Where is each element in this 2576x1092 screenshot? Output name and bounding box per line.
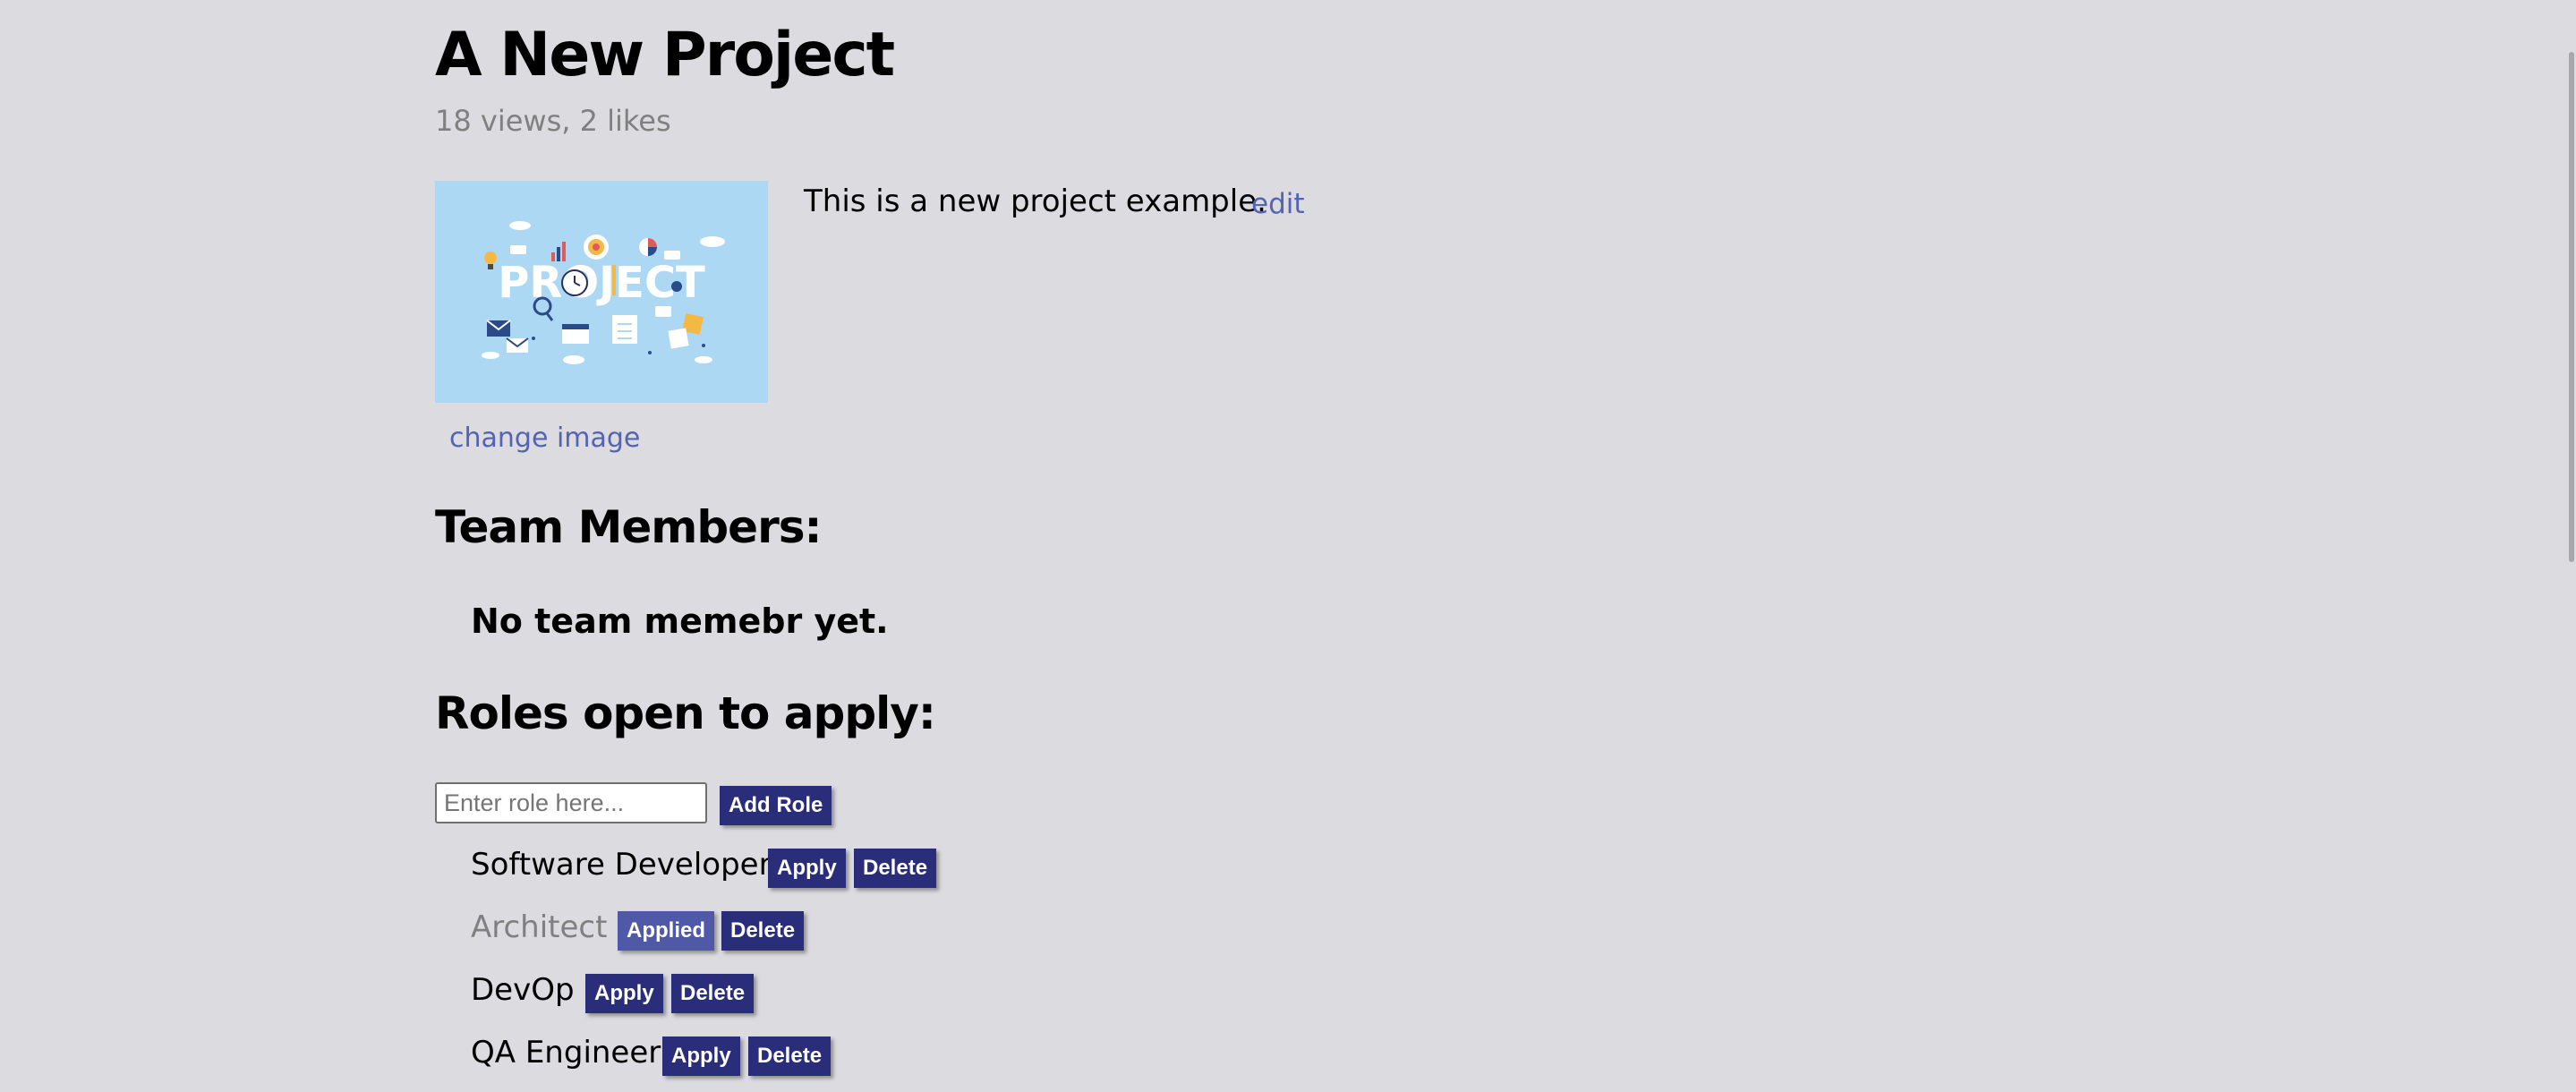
delete-button-architect[interactable]: Delete (721, 911, 805, 951)
page-scrollbar[interactable] (2567, 0, 2576, 1092)
project-description: This is a new project example. (804, 183, 1267, 219)
team-members-heading: Team Members: (435, 501, 823, 553)
add-role-button[interactable]: Add Role (720, 786, 832, 825)
apply-button-software-developer[interactable]: Apply (768, 849, 846, 888)
no-team-members-message: No team memebr yet. (471, 601, 889, 641)
delete-button-qa-engineer[interactable]: Delete (748, 1037, 832, 1076)
applied-button-architect[interactable]: Applied (618, 911, 714, 951)
change-image-link[interactable]: change image (449, 422, 640, 454)
roles-heading: Roles open to apply: (435, 687, 936, 739)
role-name-architect: Architect (471, 909, 608, 945)
role-input[interactable] (435, 782, 707, 823)
apply-button-qa-engineer[interactable]: Apply (662, 1037, 740, 1076)
page-title: A New Project (435, 20, 895, 90)
apply-button-devop[interactable]: Apply (585, 974, 663, 1013)
edit-description-link[interactable]: edit (1251, 188, 1305, 220)
project-image: PROJECT (435, 181, 768, 403)
delete-button-software-developer[interactable]: Delete (854, 849, 937, 888)
scrollbar-thumb[interactable] (2569, 52, 2574, 562)
role-name-software-developer: Software Developer (471, 847, 772, 883)
delete-button-devop[interactable]: Delete (671, 974, 755, 1013)
project-stats: 18 views, 2 likes (435, 104, 671, 138)
role-name-devop: DevOp (471, 972, 575, 1008)
role-name-qa-engineer: QA Engineer (471, 1035, 661, 1071)
